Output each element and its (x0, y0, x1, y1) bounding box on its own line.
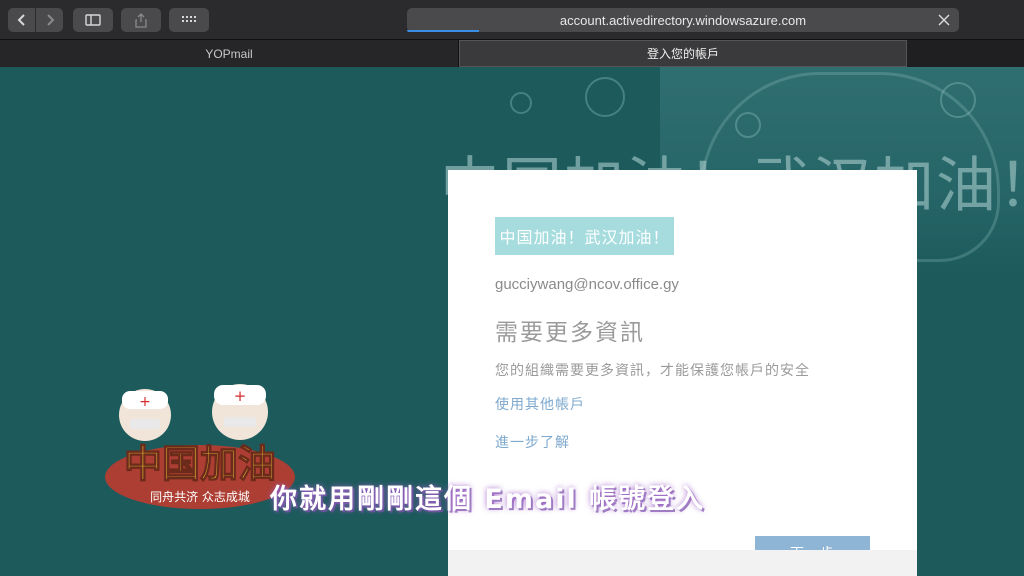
sidebar-icon (85, 14, 101, 26)
stop-loading-button[interactable] (935, 11, 953, 29)
page-content: 中国加油！武汉加油！ + + 中国加油 同舟共济 众志成城 中国加油！武汉加油！… (0, 67, 1024, 576)
learn-more-link[interactable]: 進一步了解 (495, 432, 570, 452)
virus-icon (585, 77, 625, 117)
tab-yopmail[interactable]: YOPmail (0, 40, 459, 67)
account-email: gucciywang@ncov.office.gy (495, 276, 679, 293)
svg-text:+: + (139, 394, 151, 410)
close-icon (938, 14, 950, 26)
svg-text:+: + (234, 387, 247, 405)
org-banner: 中国加油！武汉加油！ (495, 217, 674, 255)
page-load-progress (407, 30, 479, 32)
virus-icon (940, 82, 976, 118)
nav-buttons (8, 8, 63, 32)
chevron-right-icon (46, 14, 54, 26)
browser-toolbar: account.activedirectory.windowsazure.com (0, 0, 1024, 40)
grid-icon (182, 16, 196, 22)
mascot-logo-text: 中国加油 (124, 442, 276, 486)
tab-label: 登入您的帳戶 (646, 47, 719, 61)
url-text: account.activedirectory.windowsazure.com (559, 12, 807, 28)
share-button[interactable] (121, 8, 161, 32)
forward-button[interactable] (36, 8, 63, 32)
card-footer (448, 550, 917, 576)
description-text: 您的組織需要更多資訊，才能保護您帳戶的安全 (495, 363, 810, 379)
mascot-slogan: 同舟共济 众志成城 (150, 489, 250, 504)
video-caption: 你就用剛剛這個 Email 帳號登入 (270, 484, 706, 515)
sidebar-button[interactable] (73, 8, 113, 32)
tab-bar: YOPmail 登入您的帳戶 (0, 40, 1024, 67)
share-icon (135, 12, 147, 28)
virus-icon (735, 112, 761, 138)
tab-bar-empty (907, 40, 1024, 67)
address-bar[interactable]: account.activedirectory.windowsazure.com (407, 8, 959, 32)
chevron-left-icon (17, 14, 25, 26)
tab-label: YOPmail (205, 46, 253, 61)
tab-signin[interactable]: 登入您的帳戶 (459, 40, 907, 67)
virus-icon (510, 92, 532, 114)
use-other-account-link[interactable]: 使用其他帳戶 (495, 394, 585, 414)
page-title: 需要更多資訊 (495, 320, 645, 346)
back-button[interactable] (8, 8, 35, 32)
top-sites-button[interactable] (169, 8, 209, 32)
